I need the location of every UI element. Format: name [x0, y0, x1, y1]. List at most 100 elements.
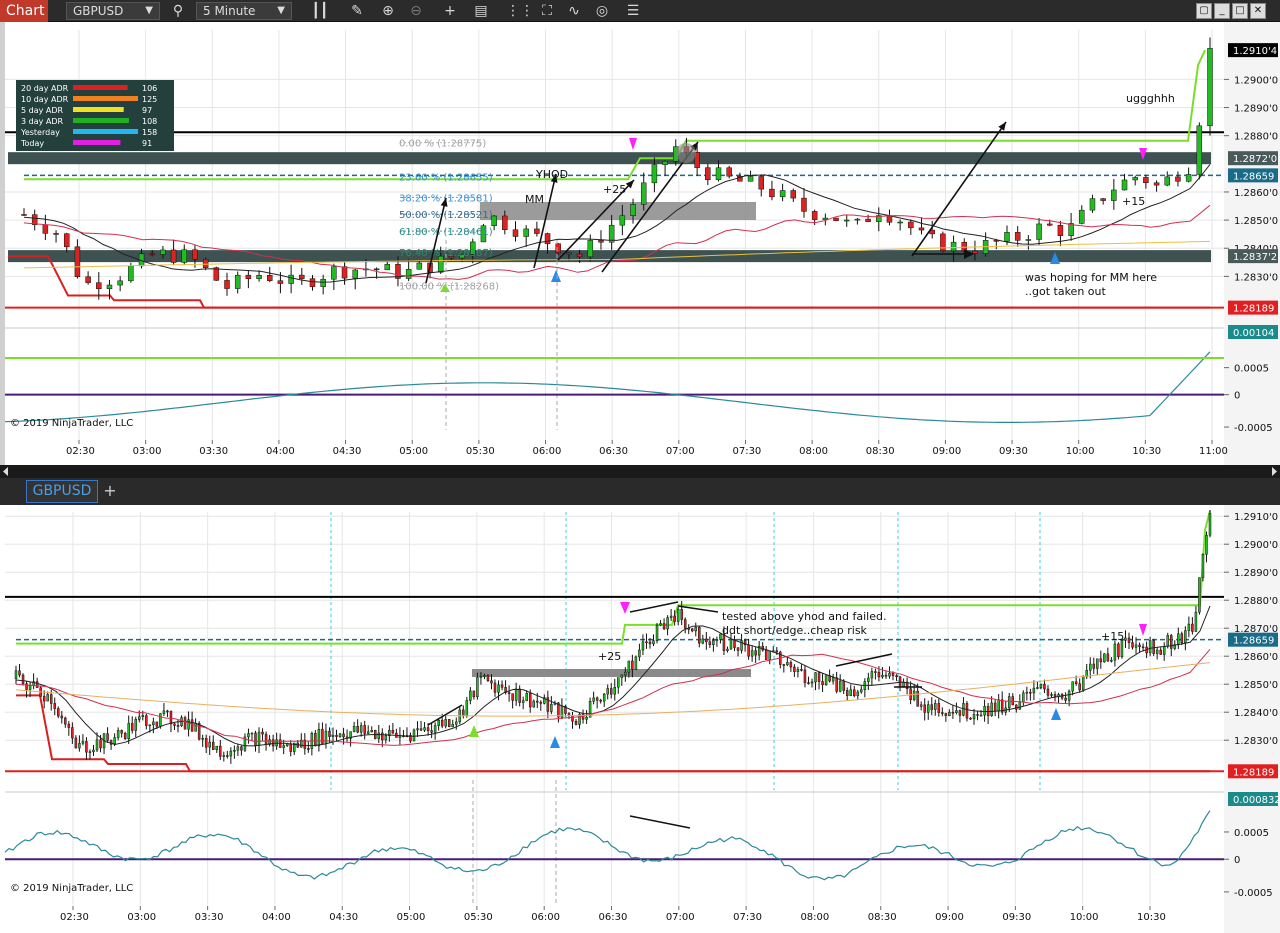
candle-body	[619, 215, 626, 226]
candle-body	[817, 672, 821, 682]
candle-body	[373, 268, 380, 271]
draw-pencil-icon[interactable]: ✎	[347, 2, 367, 20]
price-label: 1.2830'0	[1234, 736, 1278, 747]
candle-body	[88, 751, 92, 754]
indicators-icon[interactable]: ⋮⋮	[506, 2, 534, 20]
candle-body	[277, 280, 284, 284]
time-label: 06:30	[599, 446, 628, 457]
time-label: 06:00	[533, 446, 562, 457]
time-label: 03:30	[195, 912, 224, 923]
tab-gbpusd[interactable]: GBPUSD	[26, 480, 98, 503]
price-label: 1.2900'0	[1234, 75, 1278, 86]
candle-body	[433, 725, 437, 733]
crosshair-icon[interactable]: +	[440, 2, 460, 20]
candle-body	[14, 670, 18, 679]
maximize-icon[interactable]: □	[1232, 3, 1248, 19]
strategies-icon[interactable]: ⛶	[537, 2, 557, 20]
fib-level-label: 61.80 % (1.28461)	[399, 227, 493, 238]
osc-label: 0	[1234, 391, 1240, 402]
candle-body	[208, 741, 211, 748]
data-box-icon[interactable]: ▤	[471, 2, 491, 20]
ddt-note-line1: tested above yhod and failed.	[722, 610, 886, 623]
chart-window-label: Chart	[0, 0, 48, 22]
adr-row-label: 20 day ADR	[21, 84, 69, 93]
candle-body	[690, 628, 694, 632]
candle-body	[747, 176, 754, 182]
price-label: 1.2880'0	[1234, 132, 1278, 143]
search-icon[interactable]: ⚲	[168, 2, 188, 20]
candle-body	[130, 723, 134, 731]
horizontal-scrollbar[interactable]	[0, 465, 1280, 478]
candle-body	[81, 741, 85, 744]
zoom-in-icon[interactable]: ⊕	[378, 2, 398, 20]
minimize-icon[interactable]: _	[1214, 3, 1230, 19]
time-label: 02:30	[60, 912, 89, 923]
candle-body	[683, 619, 687, 629]
candle-body	[321, 729, 324, 744]
candle-body	[1132, 177, 1138, 181]
candle-body	[384, 264, 391, 271]
support-zone	[8, 250, 1211, 263]
price-chart-lower[interactable]: 0.0005 0 -0.0005 0.000832 1.2910'0 1.2900'0 1…	[0, 505, 1280, 933]
time-label: 07:00	[666, 912, 695, 923]
candle-body	[1170, 635, 1173, 649]
candle-body	[1127, 637, 1131, 643]
candle-body	[42, 224, 49, 234]
adr-row-value: 106	[142, 84, 157, 93]
candle-body	[659, 623, 662, 626]
candle-body	[222, 755, 226, 757]
candle-body	[53, 703, 56, 709]
zoom-out-icon[interactable]: ⊖	[406, 2, 426, 20]
candle-body	[599, 699, 602, 702]
candle-body	[1103, 653, 1106, 663]
candle-body	[1025, 239, 1032, 241]
candle-body	[1185, 174, 1192, 182]
candle-body	[254, 732, 257, 746]
candle-body	[359, 725, 363, 733]
chart-trader-icon[interactable]: ∿	[564, 2, 584, 20]
candle-body	[1159, 649, 1162, 655]
time-label: 05:30	[466, 446, 495, 457]
candle-body	[715, 639, 719, 641]
bar-style-icon[interactable]: ┃┃	[310, 2, 330, 20]
candle-body	[958, 710, 962, 716]
price-chart-upper[interactable]: 0.00 % (1.28775)23.60 % (1.28655)38.20 %…	[0, 22, 1280, 465]
candle-body	[576, 253, 583, 258]
scroll-left-icon[interactable]	[3, 467, 8, 476]
candle-body	[602, 693, 606, 702]
mm-box	[480, 202, 756, 220]
candle-body	[95, 739, 99, 751]
adr-row-bar	[73, 118, 129, 123]
candle-body	[860, 689, 863, 693]
instrument-selector[interactable]: GBPUSD ▼	[66, 2, 160, 20]
candle-body	[923, 704, 926, 713]
adr-row-bar	[73, 85, 128, 90]
candle-body	[1081, 676, 1085, 691]
time-label: 06:00	[531, 912, 560, 923]
restore-icon[interactable]: ▢	[1196, 3, 1212, 19]
candle-body	[335, 734, 338, 737]
candle-body	[204, 737, 208, 748]
candle-body	[169, 710, 173, 725]
candle-body	[1039, 683, 1043, 688]
candle-body	[202, 258, 209, 268]
candle-body	[627, 660, 631, 673]
candle-body	[951, 711, 955, 714]
candle-body	[250, 732, 254, 735]
candle-body	[983, 706, 986, 716]
candle-body	[28, 685, 32, 690]
properties-icon[interactable]: ◎	[592, 2, 612, 20]
fib-level-label: 23.60 % (1.28655)	[399, 172, 493, 183]
candle-body	[201, 737, 204, 740]
timeframe-selector[interactable]: 5 Minute ▼	[196, 2, 292, 20]
add-tab-button[interactable]: +	[100, 482, 120, 501]
candle-body	[192, 249, 198, 260]
scroll-right-icon[interactable]	[1272, 467, 1277, 476]
ddt-note-line2: ddt short/edge..cheap risk	[722, 624, 868, 637]
close-icon[interactable]: ✕	[1250, 3, 1266, 19]
time-label: 08:00	[799, 446, 828, 457]
candle-body	[1100, 198, 1106, 201]
menu-icon[interactable]: ☰	[623, 2, 643, 20]
candle-body	[1025, 691, 1029, 694]
adr-row-bar	[73, 96, 138, 101]
